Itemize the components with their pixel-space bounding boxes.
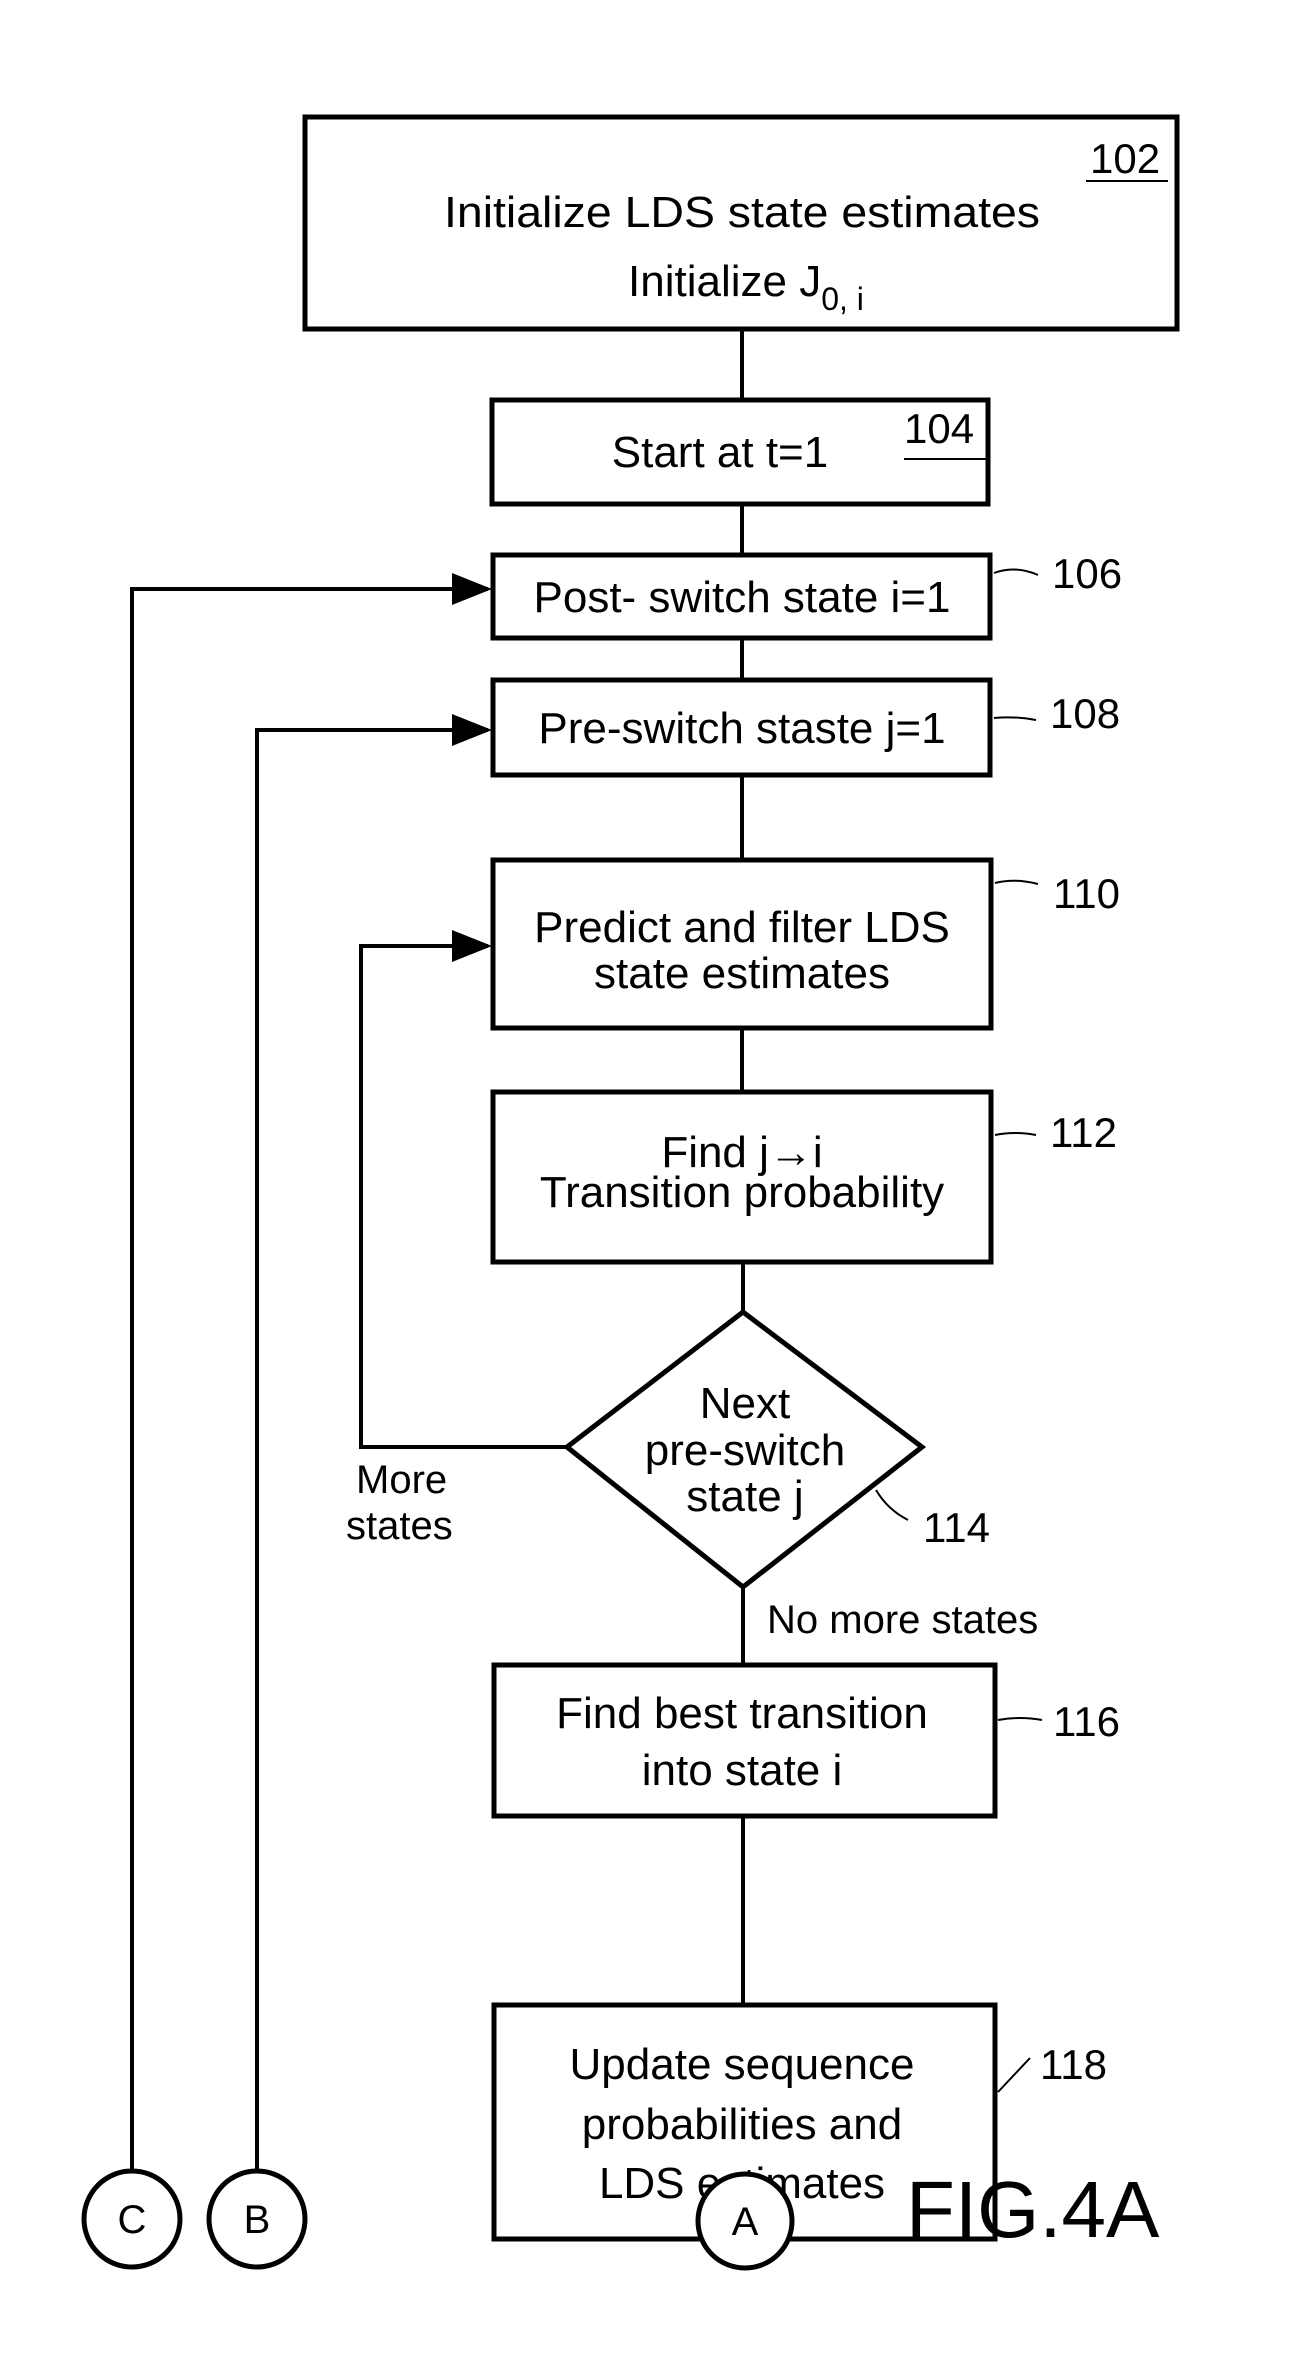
branch-more-states-line1: More xyxy=(356,1458,447,1502)
step-108-text: Pre-switch staste j=1 xyxy=(538,704,945,753)
decision-114-line1: Next xyxy=(700,1379,790,1428)
step-116-best-transition: Find best transition into state i 116 xyxy=(491,1662,1120,1819)
step-104-start: Start at t=1 104 xyxy=(489,397,991,507)
branch-no-more-states: No more states xyxy=(767,1598,1038,1642)
step-118-ref: 118 xyxy=(1040,2041,1107,2088)
step-108-leader xyxy=(993,716,1037,721)
connector-c: C xyxy=(81,2168,183,2270)
step-104-ref: 104 xyxy=(904,405,974,452)
step-116-line1: Find best transition xyxy=(556,1689,928,1738)
step-116-leader xyxy=(997,1717,1043,1721)
step-108-ref: 108 xyxy=(1050,690,1120,737)
branch-more-states-line2: states xyxy=(346,1504,453,1548)
decision-114-ref: 114 xyxy=(923,1504,990,1551)
step-106-text: Post- switch state i=1 xyxy=(534,573,951,622)
step-106-post-switch: Post- switch state i=1 106 xyxy=(490,550,1122,641)
step-106-leader xyxy=(993,568,1039,576)
step-102-ref: 102 xyxy=(1090,135,1160,182)
connector-c-label: C xyxy=(118,2198,147,2242)
step-102-line2-main: Initialize J xyxy=(628,257,821,306)
step-110-line2: state estimates xyxy=(594,949,890,998)
connector-c-arrow xyxy=(130,573,492,2171)
step-118-leader xyxy=(997,2057,1031,2093)
step-102-line1: Initialize LDS state estimates xyxy=(444,188,1040,237)
step-112-transition-probability: Find j→i Transition probability 112 xyxy=(490,1089,1117,1265)
step-118-line1: Update sequence xyxy=(570,2040,915,2089)
step-118-line2: probabilities and xyxy=(582,2100,902,2149)
step-110-line1: Predict and filter LDS xyxy=(534,903,950,952)
connector-b-label: B xyxy=(244,2198,271,2242)
step-104-text: Start at t=1 xyxy=(612,428,828,477)
step-116-ref: 116 xyxy=(1053,1698,1120,1745)
step-108-pre-switch: Pre-switch staste j=1 108 xyxy=(490,677,1120,778)
step-110-leader xyxy=(994,879,1039,885)
connector-a: A xyxy=(695,2171,795,2271)
decision-114-line3: state j xyxy=(686,1472,803,1521)
decision-114-next-pre-switch: Next pre-switch state j 114 xyxy=(562,1308,990,1591)
step-102-line2-sub: 0, i xyxy=(821,281,864,317)
step-116-line2: into state i xyxy=(642,1746,843,1795)
flowchart: Initialize LDS state estimates Initializ… xyxy=(81,114,1180,2271)
step-110-predict-filter: Predict and filter LDS state estimates 1… xyxy=(490,857,1120,1031)
step-112-ref: 112 xyxy=(1050,1109,1117,1156)
step-106-ref: 106 xyxy=(1052,550,1122,597)
step-112-leader xyxy=(994,1132,1037,1136)
step-112-line2: Transition probability xyxy=(540,1168,944,1217)
connector-b: B xyxy=(206,2168,308,2270)
decision-114-line2: pre-switch xyxy=(645,1426,846,1475)
step-110-ref: 110 xyxy=(1053,870,1120,917)
step-102-initialize: Initialize LDS state estimates Initializ… xyxy=(302,114,1180,332)
decision-114-leader xyxy=(875,1489,909,1521)
connector-a-label: A xyxy=(732,2200,759,2244)
figure-label: FIG.4A xyxy=(906,2165,1160,2254)
